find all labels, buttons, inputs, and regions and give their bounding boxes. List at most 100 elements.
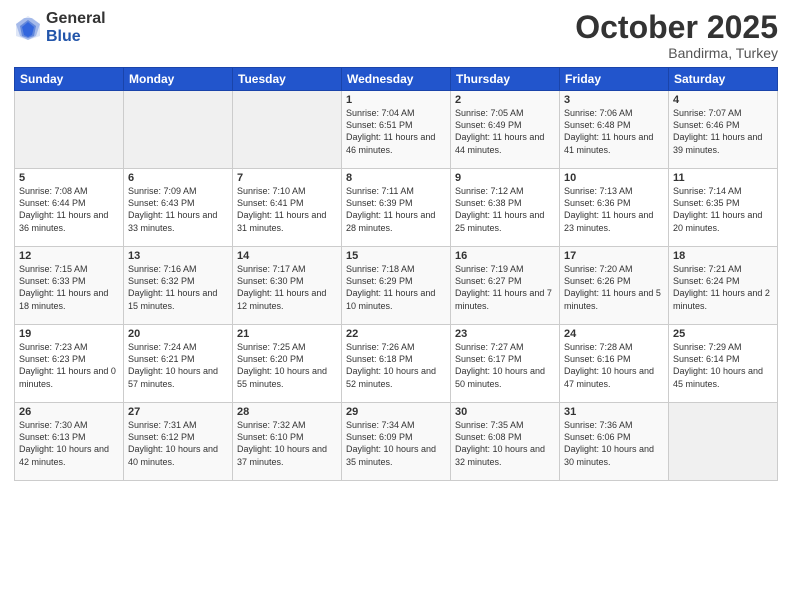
calendar-cell — [669, 403, 778, 481]
col-friday: Friday — [560, 68, 669, 91]
day-number: 25 — [673, 328, 773, 340]
calendar-week-3: 12Sunrise: 7:15 AM Sunset: 6:33 PM Dayli… — [15, 247, 778, 325]
cell-detail: Sunrise: 7:08 AM Sunset: 6:44 PM Dayligh… — [19, 185, 119, 234]
day-number: 1 — [346, 94, 446, 106]
cell-detail: Sunrise: 7:06 AM Sunset: 6:48 PM Dayligh… — [564, 107, 664, 156]
calendar-week-5: 26Sunrise: 7:30 AM Sunset: 6:13 PM Dayli… — [15, 403, 778, 481]
day-number: 8 — [346, 172, 446, 184]
day-number: 2 — [455, 94, 555, 106]
cell-detail: Sunrise: 7:25 AM Sunset: 6:20 PM Dayligh… — [237, 341, 337, 390]
calendar-cell: 22Sunrise: 7:26 AM Sunset: 6:18 PM Dayli… — [342, 325, 451, 403]
day-number: 15 — [346, 250, 446, 262]
day-number: 17 — [564, 250, 664, 262]
calendar-cell: 25Sunrise: 7:29 AM Sunset: 6:14 PM Dayli… — [669, 325, 778, 403]
day-number: 20 — [128, 328, 228, 340]
day-number: 31 — [564, 406, 664, 418]
col-saturday: Saturday — [669, 68, 778, 91]
cell-detail: Sunrise: 7:14 AM Sunset: 6:35 PM Dayligh… — [673, 185, 773, 234]
day-number: 14 — [237, 250, 337, 262]
cell-detail: Sunrise: 7:10 AM Sunset: 6:41 PM Dayligh… — [237, 185, 337, 234]
calendar-table: Sunday Monday Tuesday Wednesday Thursday… — [14, 67, 778, 481]
calendar-cell: 27Sunrise: 7:31 AM Sunset: 6:12 PM Dayli… — [124, 403, 233, 481]
logo-text: General Blue — [46, 10, 106, 45]
cell-detail: Sunrise: 7:35 AM Sunset: 6:08 PM Dayligh… — [455, 419, 555, 468]
cell-detail: Sunrise: 7:36 AM Sunset: 6:06 PM Dayligh… — [564, 419, 664, 468]
calendar-week-1: 1Sunrise: 7:04 AM Sunset: 6:51 PM Daylig… — [15, 91, 778, 169]
calendar-cell: 23Sunrise: 7:27 AM Sunset: 6:17 PM Dayli… — [451, 325, 560, 403]
cell-detail: Sunrise: 7:05 AM Sunset: 6:49 PM Dayligh… — [455, 107, 555, 156]
day-number: 21 — [237, 328, 337, 340]
col-monday: Monday — [124, 68, 233, 91]
title-block: October 2025 Bandirma, Turkey — [575, 10, 778, 61]
day-number: 11 — [673, 172, 773, 184]
day-number: 12 — [19, 250, 119, 262]
cell-detail: Sunrise: 7:20 AM Sunset: 6:26 PM Dayligh… — [564, 263, 664, 312]
calendar-cell: 2Sunrise: 7:05 AM Sunset: 6:49 PM Daylig… — [451, 91, 560, 169]
location-subtitle: Bandirma, Turkey — [575, 45, 778, 61]
calendar-cell: 16Sunrise: 7:19 AM Sunset: 6:27 PM Dayli… — [451, 247, 560, 325]
calendar-cell — [233, 91, 342, 169]
page: General Blue October 2025 Bandirma, Turk… — [0, 0, 792, 612]
calendar-week-4: 19Sunrise: 7:23 AM Sunset: 6:23 PM Dayli… — [15, 325, 778, 403]
calendar-cell: 10Sunrise: 7:13 AM Sunset: 6:36 PM Dayli… — [560, 169, 669, 247]
calendar-cell: 4Sunrise: 7:07 AM Sunset: 6:46 PM Daylig… — [669, 91, 778, 169]
calendar-cell: 21Sunrise: 7:25 AM Sunset: 6:20 PM Dayli… — [233, 325, 342, 403]
calendar-cell: 30Sunrise: 7:35 AM Sunset: 6:08 PM Dayli… — [451, 403, 560, 481]
cell-detail: Sunrise: 7:23 AM Sunset: 6:23 PM Dayligh… — [19, 341, 119, 390]
header: General Blue October 2025 Bandirma, Turk… — [14, 10, 778, 61]
calendar-cell: 1Sunrise: 7:04 AM Sunset: 6:51 PM Daylig… — [342, 91, 451, 169]
cell-detail: Sunrise: 7:34 AM Sunset: 6:09 PM Dayligh… — [346, 419, 446, 468]
cell-detail: Sunrise: 7:19 AM Sunset: 6:27 PM Dayligh… — [455, 263, 555, 312]
day-number: 29 — [346, 406, 446, 418]
day-number: 3 — [564, 94, 664, 106]
day-number: 5 — [19, 172, 119, 184]
cell-detail: Sunrise: 7:11 AM Sunset: 6:39 PM Dayligh… — [346, 185, 446, 234]
day-number: 10 — [564, 172, 664, 184]
calendar-cell: 14Sunrise: 7:17 AM Sunset: 6:30 PM Dayli… — [233, 247, 342, 325]
day-number: 9 — [455, 172, 555, 184]
cell-detail: Sunrise: 7:13 AM Sunset: 6:36 PM Dayligh… — [564, 185, 664, 234]
day-number: 28 — [237, 406, 337, 418]
day-number: 24 — [564, 328, 664, 340]
logo: General Blue — [14, 10, 106, 45]
cell-detail: Sunrise: 7:29 AM Sunset: 6:14 PM Dayligh… — [673, 341, 773, 390]
calendar-cell: 31Sunrise: 7:36 AM Sunset: 6:06 PM Dayli… — [560, 403, 669, 481]
calendar-cell — [124, 91, 233, 169]
calendar-cell: 24Sunrise: 7:28 AM Sunset: 6:16 PM Dayli… — [560, 325, 669, 403]
logo-general-text: General — [46, 10, 106, 28]
calendar-cell: 12Sunrise: 7:15 AM Sunset: 6:33 PM Dayli… — [15, 247, 124, 325]
header-row: Sunday Monday Tuesday Wednesday Thursday… — [15, 68, 778, 91]
day-number: 30 — [455, 406, 555, 418]
calendar-week-2: 5Sunrise: 7:08 AM Sunset: 6:44 PM Daylig… — [15, 169, 778, 247]
calendar-cell: 26Sunrise: 7:30 AM Sunset: 6:13 PM Dayli… — [15, 403, 124, 481]
logo-icon — [14, 14, 42, 42]
cell-detail: Sunrise: 7:30 AM Sunset: 6:13 PM Dayligh… — [19, 419, 119, 468]
cell-detail: Sunrise: 7:04 AM Sunset: 6:51 PM Dayligh… — [346, 107, 446, 156]
calendar-cell: 15Sunrise: 7:18 AM Sunset: 6:29 PM Dayli… — [342, 247, 451, 325]
calendar-cell: 28Sunrise: 7:32 AM Sunset: 6:10 PM Dayli… — [233, 403, 342, 481]
cell-detail: Sunrise: 7:07 AM Sunset: 6:46 PM Dayligh… — [673, 107, 773, 156]
cell-detail: Sunrise: 7:28 AM Sunset: 6:16 PM Dayligh… — [564, 341, 664, 390]
calendar-cell: 3Sunrise: 7:06 AM Sunset: 6:48 PM Daylig… — [560, 91, 669, 169]
calendar-cell: 7Sunrise: 7:10 AM Sunset: 6:41 PM Daylig… — [233, 169, 342, 247]
cell-detail: Sunrise: 7:12 AM Sunset: 6:38 PM Dayligh… — [455, 185, 555, 234]
day-number: 18 — [673, 250, 773, 262]
calendar-cell: 20Sunrise: 7:24 AM Sunset: 6:21 PM Dayli… — [124, 325, 233, 403]
cell-detail: Sunrise: 7:32 AM Sunset: 6:10 PM Dayligh… — [237, 419, 337, 468]
day-number: 4 — [673, 94, 773, 106]
col-tuesday: Tuesday — [233, 68, 342, 91]
col-thursday: Thursday — [451, 68, 560, 91]
calendar-cell — [15, 91, 124, 169]
cell-detail: Sunrise: 7:21 AM Sunset: 6:24 PM Dayligh… — [673, 263, 773, 312]
day-number: 22 — [346, 328, 446, 340]
day-number: 7 — [237, 172, 337, 184]
day-number: 13 — [128, 250, 228, 262]
cell-detail: Sunrise: 7:26 AM Sunset: 6:18 PM Dayligh… — [346, 341, 446, 390]
calendar-cell: 13Sunrise: 7:16 AM Sunset: 6:32 PM Dayli… — [124, 247, 233, 325]
calendar-cell: 9Sunrise: 7:12 AM Sunset: 6:38 PM Daylig… — [451, 169, 560, 247]
calendar-cell: 17Sunrise: 7:20 AM Sunset: 6:26 PM Dayli… — [560, 247, 669, 325]
col-wednesday: Wednesday — [342, 68, 451, 91]
calendar-cell: 6Sunrise: 7:09 AM Sunset: 6:43 PM Daylig… — [124, 169, 233, 247]
calendar-header: Sunday Monday Tuesday Wednesday Thursday… — [15, 68, 778, 91]
day-number: 26 — [19, 406, 119, 418]
